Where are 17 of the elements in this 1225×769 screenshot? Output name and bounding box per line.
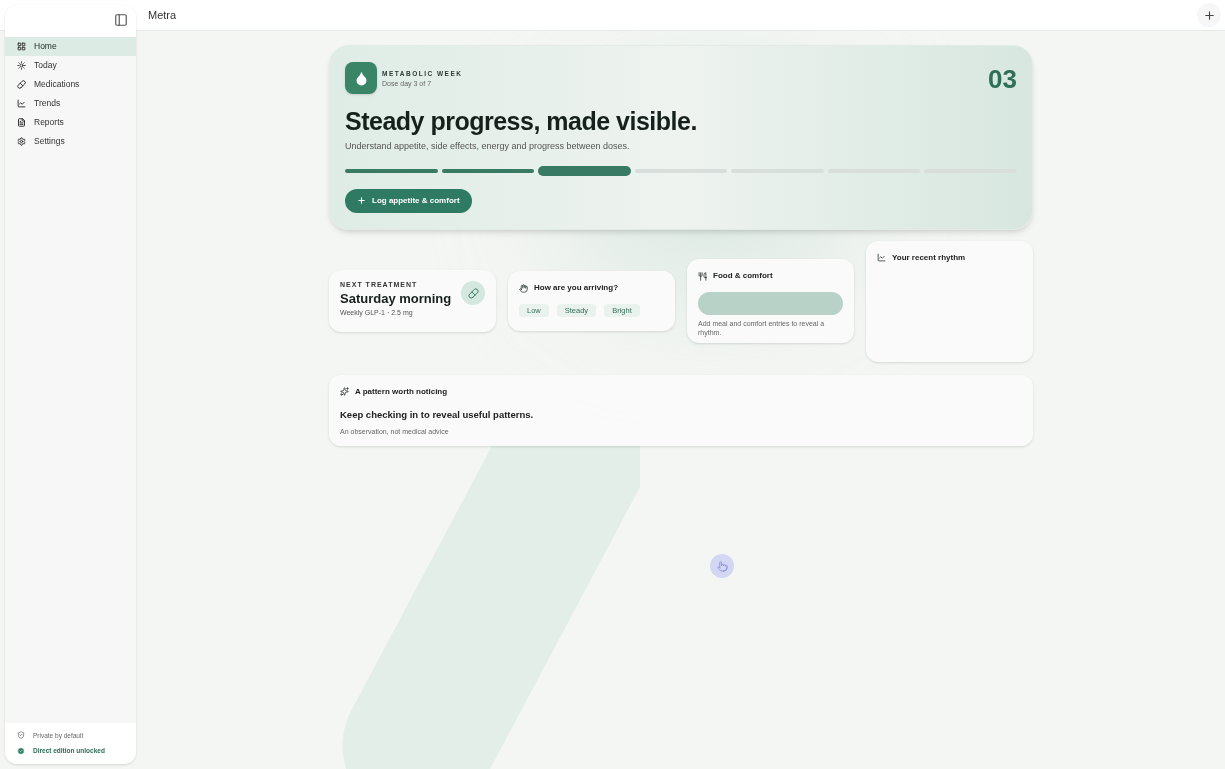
card-title: How are you arriving?: [534, 282, 619, 295]
sidebar-item[interactable]: Medications: [5, 75, 136, 94]
sidebar-item[interactable]: Today: [5, 56, 136, 75]
hero-headline: Steady progress, made visible.: [345, 106, 698, 137]
day-number: 03: [988, 66, 1017, 92]
sidebar-item[interactable]: Trends: [5, 94, 136, 113]
sidebar-item[interactable]: Reports: [5, 113, 136, 132]
hero-description: Understand appetite, side effects, energy and progress between doses.: [345, 140, 631, 154]
log-button[interactable]: Log appetite & comfort: [345, 188, 472, 213]
card-title: Food & comfort: [713, 270, 773, 283]
sidebar-item[interactable]: Home: [5, 37, 136, 56]
app-title: Metra: [148, 7, 177, 23]
treatment-title: Saturday morning: [340, 290, 452, 307]
sidebar-item[interactable]: Settings: [5, 132, 136, 151]
card-title: Your recent rhythm: [892, 251, 966, 264]
pattern-message: Keep checking in to reveal useful patterns.: [340, 407, 535, 422]
card-title: A pattern worth noticing: [355, 385, 448, 398]
